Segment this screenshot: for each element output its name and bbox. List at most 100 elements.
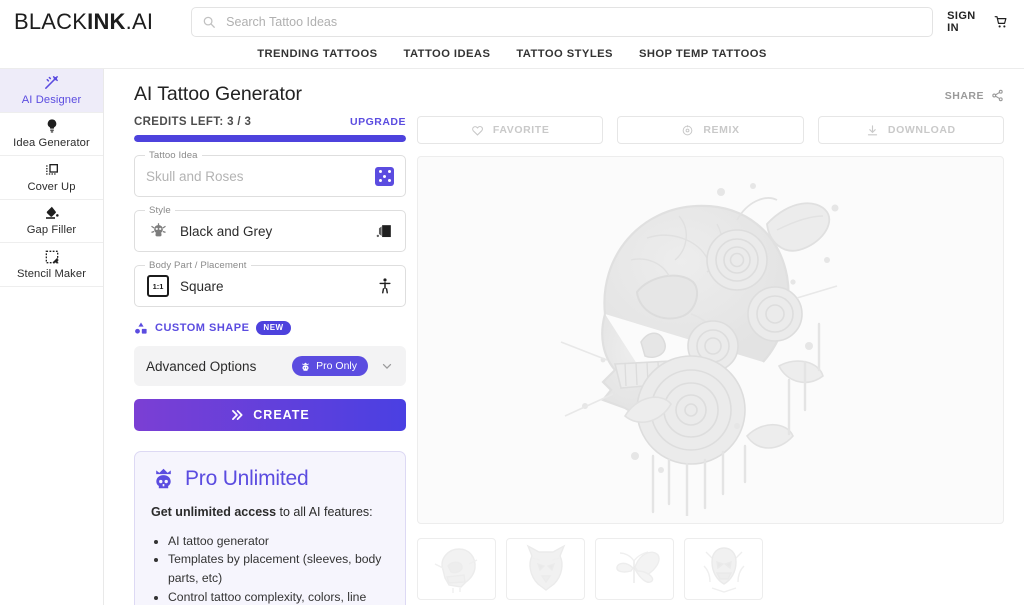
preview-canvas[interactable] bbox=[417, 156, 1004, 524]
download-icon bbox=[866, 124, 879, 137]
share-label: SHARE bbox=[945, 90, 984, 102]
nav-item-shop-temp-tattoos[interactable]: SHOP TEMP TATTOOS bbox=[639, 48, 767, 60]
download-label: DOWNLOAD bbox=[888, 124, 956, 136]
sidebar-item-label: Gap Filler bbox=[27, 224, 77, 236]
search-input[interactable] bbox=[226, 15, 922, 29]
sidebar-item-label: Stencil Maker bbox=[17, 268, 86, 280]
custom-shape-label: CUSTOM SHAPE bbox=[155, 322, 249, 334]
crop-selection-icon bbox=[44, 249, 60, 265]
sidebar-item-ai-designer[interactable]: AI Designer bbox=[0, 69, 103, 113]
credits-progress-bar bbox=[134, 135, 406, 142]
body-figure-icon[interactable] bbox=[376, 277, 394, 295]
samurai-oni-thumbnail bbox=[698, 544, 750, 594]
create-button[interactable]: CREATE bbox=[134, 399, 406, 431]
tattoo-idea-label: Tattoo Idea bbox=[145, 150, 202, 161]
app-body: AI Designer Idea Generator bbox=[0, 69, 1024, 605]
sidebar-item-stencil-maker[interactable]: Stencil Maker bbox=[0, 243, 103, 287]
credits-label: CREDITS LEFT: 3 / 3 bbox=[134, 116, 251, 128]
nav-item-trending-tattoos[interactable]: TRENDING TATTOOS bbox=[257, 48, 377, 60]
skull-crown-icon bbox=[300, 361, 311, 372]
style-field[interactable]: Style Black and Grey bbox=[134, 210, 406, 252]
style-label: Style bbox=[145, 205, 175, 216]
generator-controls-column: CREDITS LEFT: 3 / 3 UPGRADE Tattoo Idea … bbox=[134, 116, 406, 605]
pro-card-header: Pro Unlimited bbox=[151, 466, 389, 491]
left-sidebar: AI Designer Idea Generator bbox=[0, 69, 104, 605]
thumbnail-wolf[interactable] bbox=[506, 538, 585, 600]
custom-shape-new-badge: NEW bbox=[256, 321, 290, 335]
sidebar-item-label: Idea Generator bbox=[13, 137, 90, 149]
shapes-icon bbox=[134, 321, 148, 335]
style-value: Black and Grey bbox=[180, 224, 272, 239]
shopping-cart-icon[interactable] bbox=[994, 13, 1008, 31]
logo-part-ink: INK bbox=[87, 9, 126, 34]
nav-item-tattoo-styles[interactable]: TATTOO STYLES bbox=[516, 48, 613, 60]
thumbnail-skull[interactable] bbox=[417, 538, 496, 600]
list-item: Control tattoo complexity, colors, line … bbox=[168, 588, 389, 605]
tattoo-idea-field[interactable]: Tattoo Idea Skull and Roses bbox=[134, 155, 406, 197]
site-logo[interactable]: BLACKINK.AI bbox=[14, 9, 153, 35]
pro-only-badge: Pro Only bbox=[292, 356, 368, 376]
header-actions: SIGN IN bbox=[933, 10, 1008, 34]
wolf-thumbnail bbox=[520, 544, 572, 594]
pro-card-title: Pro Unlimited bbox=[185, 467, 308, 491]
main-content: AI Tattoo Generator SHARE CREDITS LEFT: … bbox=[104, 69, 1024, 605]
thumbnail-butterfly[interactable] bbox=[595, 538, 674, 600]
credits-progress-fill bbox=[134, 135, 406, 142]
magic-wand-icon bbox=[43, 74, 60, 91]
ratio-text: 1:1 bbox=[147, 275, 169, 297]
share-icon bbox=[991, 89, 1004, 102]
credits-row: CREDITS LEFT: 3 / 3 UPGRADE bbox=[134, 116, 406, 128]
sidebar-item-label: AI Designer bbox=[22, 94, 82, 106]
sidebar-item-label: Cover Up bbox=[27, 181, 75, 193]
logo-part-black: BLACK bbox=[14, 9, 87, 34]
advanced-options-label: Advanced Options bbox=[146, 359, 256, 374]
body-part-placement-field[interactable]: Body Part / Placement 1:1 Square bbox=[134, 265, 406, 307]
skull-and-roses-tattoo-preview bbox=[541, 164, 881, 516]
search-icon bbox=[202, 15, 216, 29]
upgrade-link[interactable]: UPGRADE bbox=[350, 116, 406, 128]
create-button-label: CREATE bbox=[253, 408, 309, 422]
main-header-row: AI Tattoo Generator SHARE bbox=[134, 83, 1004, 106]
pro-only-label: Pro Only bbox=[316, 360, 357, 372]
pro-card-subtitle-rest: to all AI features: bbox=[276, 505, 373, 519]
body-part-value: Square bbox=[180, 279, 224, 294]
ink-palette-icon[interactable] bbox=[375, 222, 394, 241]
list-item: Templates by placement (sleeves, body pa… bbox=[168, 550, 389, 587]
two-column-layout: CREDITS LEFT: 3 / 3 UPGRADE Tattoo Idea … bbox=[134, 116, 1004, 605]
sidebar-item-cover-up[interactable]: Cover Up bbox=[0, 156, 103, 200]
cover-up-square-icon bbox=[44, 162, 60, 178]
top-header: BLACKINK.AI SIGN IN bbox=[0, 0, 1024, 44]
body-part-label: Body Part / Placement bbox=[145, 260, 251, 271]
remix-button[interactable]: REMIX bbox=[617, 116, 803, 144]
chevron-down-icon[interactable] bbox=[380, 359, 394, 373]
thumbnail-samurai[interactable] bbox=[684, 538, 763, 600]
advanced-options-row[interactable]: Advanced Options Pro Only bbox=[134, 346, 406, 386]
search-bar[interactable] bbox=[191, 7, 933, 37]
favorite-label: FAVORITE bbox=[493, 124, 550, 136]
double-chevron-right-icon bbox=[230, 408, 244, 422]
remix-label: REMIX bbox=[703, 124, 739, 136]
remix-icon bbox=[681, 124, 694, 137]
logo-part-ai: .AI bbox=[126, 9, 154, 34]
skull-thumbnail bbox=[431, 544, 483, 594]
download-button[interactable]: DOWNLOAD bbox=[818, 116, 1004, 144]
lightbulb-icon bbox=[44, 118, 60, 134]
heart-icon bbox=[471, 124, 484, 137]
sidebar-item-gap-filler[interactable]: Gap Filler bbox=[0, 200, 103, 244]
preview-actions: FAVORITE REMIX DOWNLOAD bbox=[417, 116, 1004, 144]
main-nav: TRENDING TATTOOS TATTOO IDEAS TATTOO STY… bbox=[0, 44, 1024, 68]
app-root: BLACKINK.AI SIGN IN TRENDING TATTOOS TAT… bbox=[0, 0, 1024, 605]
pro-features-list: AI tattoo generator Templates by placeme… bbox=[151, 532, 389, 605]
sidebar-item-idea-generator[interactable]: Idea Generator bbox=[0, 113, 103, 157]
pro-card-subtitle: Get unlimited access to all AI features: bbox=[151, 504, 389, 521]
custom-shape-button[interactable]: CUSTOM SHAPE NEW bbox=[134, 321, 406, 335]
thumbnail-strip bbox=[417, 538, 1004, 600]
sign-in-button[interactable]: SIGN IN bbox=[947, 10, 982, 34]
dice-randomize-icon[interactable] bbox=[375, 167, 394, 186]
style-thumbnail-icon bbox=[146, 221, 170, 242]
nav-item-tattoo-ideas[interactable]: TATTOO IDEAS bbox=[404, 48, 491, 60]
tattoo-idea-value: Skull and Roses bbox=[146, 169, 244, 184]
paint-bucket-icon bbox=[44, 205, 60, 221]
share-button[interactable]: SHARE bbox=[945, 83, 1004, 102]
favorite-button[interactable]: FAVORITE bbox=[417, 116, 603, 144]
